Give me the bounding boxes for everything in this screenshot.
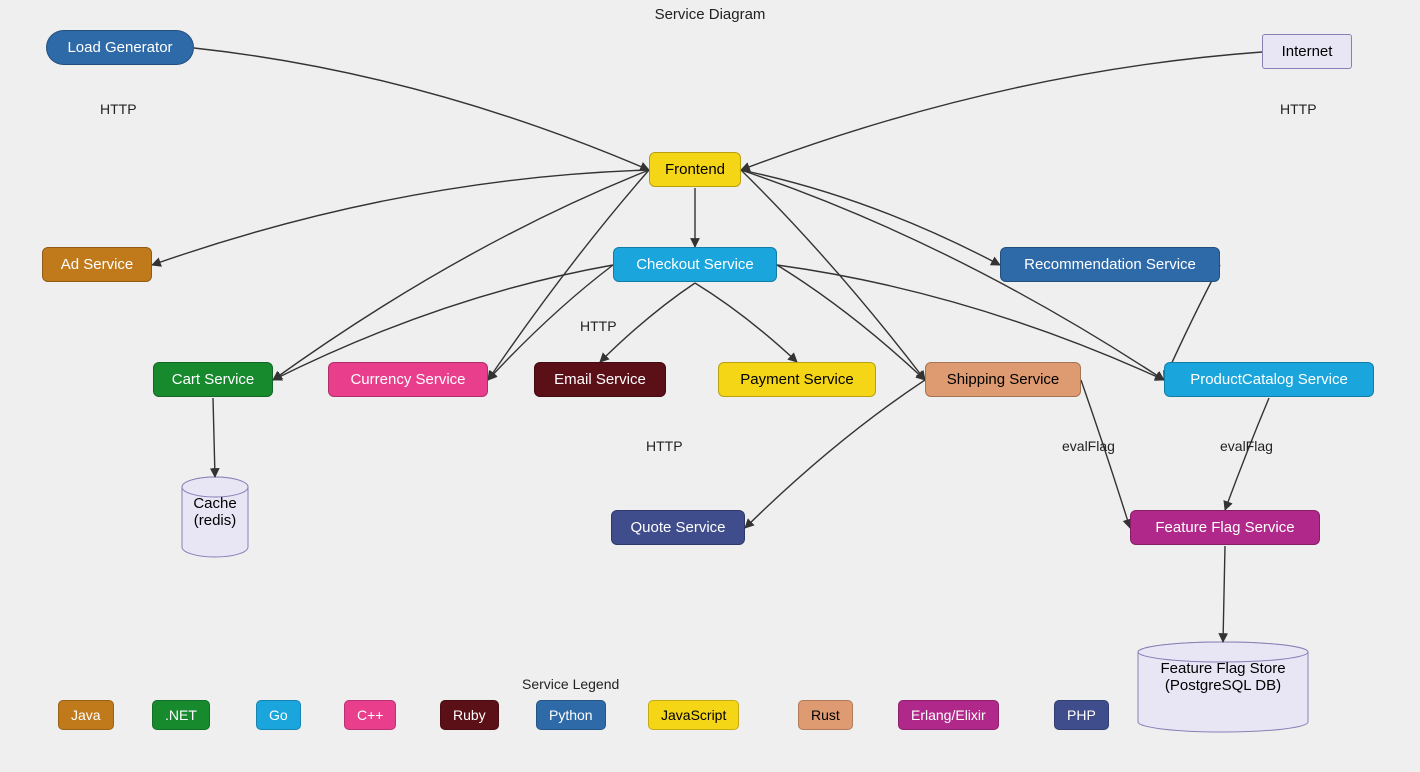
legend-ruby: Ruby bbox=[440, 700, 499, 730]
node-checkout: Checkout Service bbox=[613, 247, 777, 282]
legend-erlang: Erlang/Elixir bbox=[898, 700, 999, 730]
node-email: Email Service bbox=[534, 362, 666, 397]
edge-loadgen-frontend bbox=[194, 48, 649, 170]
edge-checkout-payment bbox=[695, 283, 797, 362]
edge-label-eval2: evalFlag bbox=[1220, 438, 1273, 454]
legend-java: Java bbox=[58, 700, 114, 730]
edge-label-http4: HTTP bbox=[646, 438, 683, 454]
edge-label-http2: HTTP bbox=[1280, 101, 1317, 117]
node-cart: Cart Service bbox=[153, 362, 273, 397]
node-currency: Currency Service bbox=[328, 362, 488, 397]
legend-javascript: JavaScript bbox=[648, 700, 739, 730]
legend-go: Go bbox=[256, 700, 301, 730]
db-label-cache: Cache(redis) bbox=[182, 495, 248, 529]
legend-php: PHP bbox=[1054, 700, 1109, 730]
db-label-ffstore: Feature Flag Store(PostgreSQL DB) bbox=[1138, 660, 1308, 694]
legend-dotnet: .NET bbox=[152, 700, 210, 730]
node-catalog: ProductCatalog Service bbox=[1164, 362, 1374, 397]
legend-python: Python bbox=[536, 700, 606, 730]
edge-featureflag-ffstore bbox=[1223, 546, 1225, 642]
node-shipping: Shipping Service bbox=[925, 362, 1081, 397]
diagram-title: Service Diagram bbox=[0, 6, 1420, 23]
edge-label-http1: HTTP bbox=[100, 101, 137, 117]
node-recommend: Recommendation Service bbox=[1000, 247, 1220, 282]
edge-cart-cache bbox=[213, 398, 215, 477]
edge-shipping-featureflag bbox=[1081, 380, 1130, 528]
edge-label-eval1: evalFlag bbox=[1062, 438, 1115, 454]
edge-label-http3: HTTP bbox=[580, 318, 617, 334]
node-payment: Payment Service bbox=[718, 362, 876, 397]
edge-frontend-ad bbox=[152, 170, 649, 265]
edge-frontend-cart bbox=[273, 170, 649, 380]
legend-cpp: C++ bbox=[344, 700, 396, 730]
legend-rust: Rust bbox=[798, 700, 853, 730]
node-featureflag: Feature Flag Service bbox=[1130, 510, 1320, 545]
edge-frontend-recommend bbox=[741, 170, 1000, 265]
edge-internet-frontend bbox=[741, 52, 1262, 170]
edge-shipping-quote bbox=[745, 380, 925, 528]
node-internet: Internet bbox=[1262, 34, 1352, 69]
node-frontend: Frontend bbox=[649, 152, 741, 187]
legend-title: Service Legend bbox=[522, 676, 619, 692]
edge-catalog-featureflag bbox=[1225, 398, 1269, 510]
node-quote: Quote Service bbox=[611, 510, 745, 545]
node-loadgen: Load Generator bbox=[46, 30, 194, 65]
node-ad: Ad Service bbox=[42, 247, 152, 282]
